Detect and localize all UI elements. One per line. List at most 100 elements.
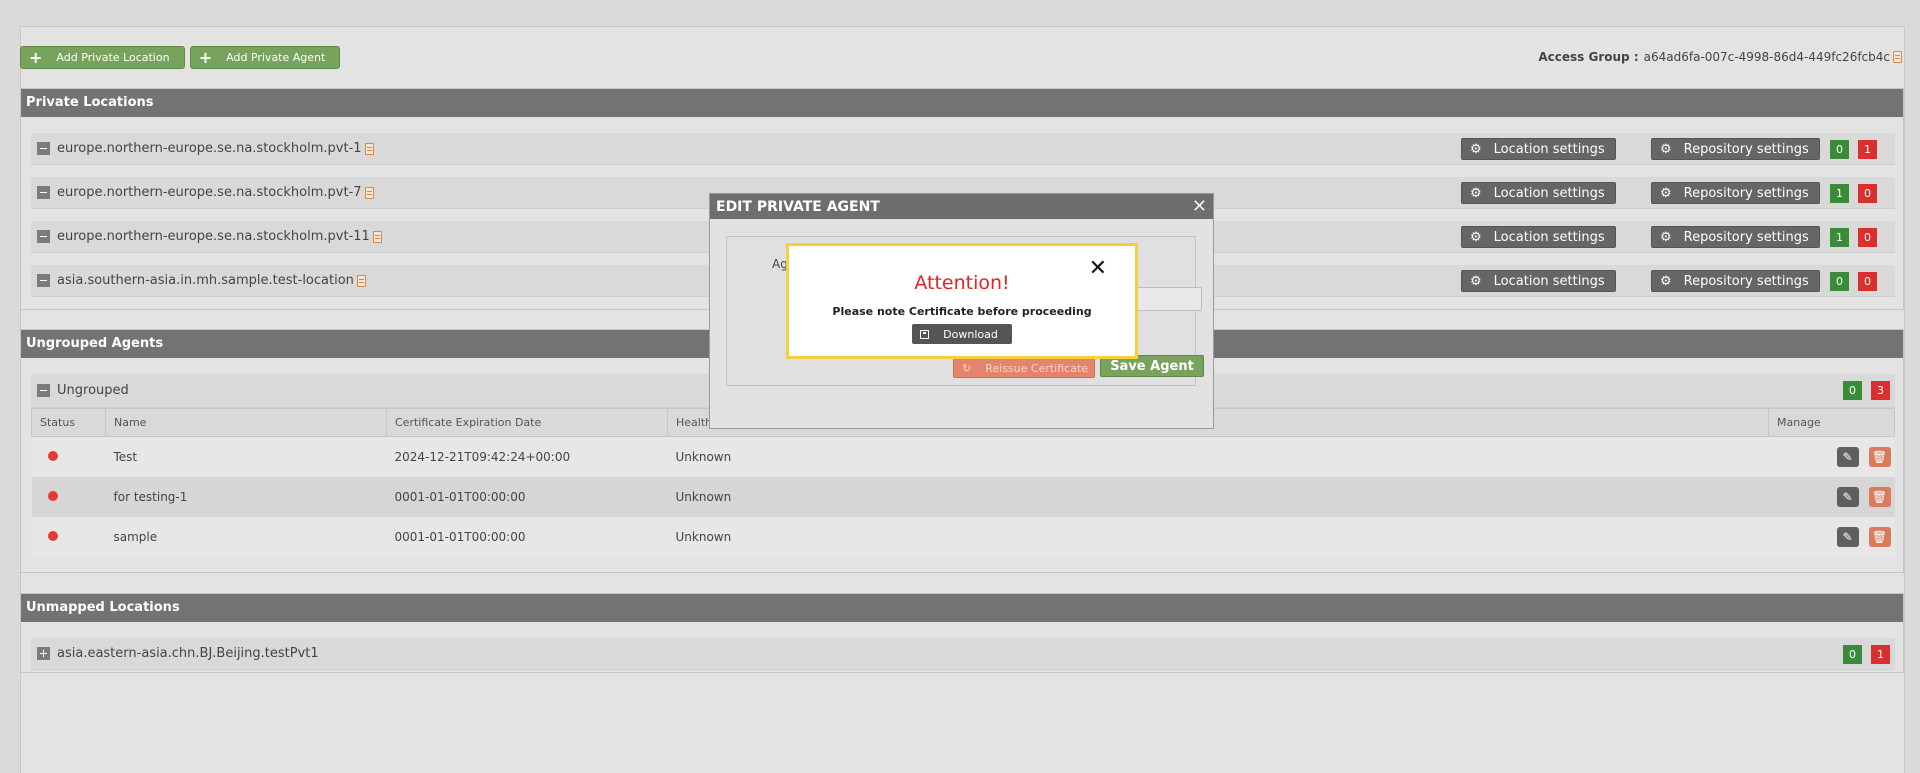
private-locations-title: Private Locations	[21, 89, 1903, 117]
clipboard-icon[interactable]	[1893, 51, 1902, 63]
repository-settings-label: Repository settings	[1683, 273, 1809, 289]
agent-name-field[interactable]	[1127, 287, 1202, 311]
location-settings-label: Location settings	[1493, 273, 1605, 289]
location-settings-label: Location settings	[1493, 229, 1605, 245]
location-name: europe.northern-europe.se.na.stockholm.p…	[57, 229, 370, 244]
gear-icon: ⚙	[1470, 229, 1482, 245]
column-header-name[interactable]: Name	[105, 408, 387, 437]
status-dot	[47, 530, 58, 541]
agent-expiration: 0001-01-01T00:00:00	[386, 516, 668, 557]
table-row: sample 0001-01-01T00:00:00 Unknown ✎ 🗑	[31, 516, 1895, 557]
access-group: Access Group : a64ad6fa-007c-4998-86d4-4…	[1538, 50, 1902, 64]
status-dot	[47, 450, 58, 461]
add-private-agent-label: Add Private Agent	[226, 51, 326, 64]
agent-name: Test	[105, 436, 387, 477]
attention-alert: ✕ Attention! Please note Certificate bef…	[786, 243, 1138, 359]
modal-title: EDIT PRIVATE AGENT	[716, 198, 880, 215]
trash-icon[interactable]: 🗑	[1868, 526, 1891, 547]
unmapped-locations-panel: Unmapped Locations asia.eastern-asia.chn…	[20, 593, 1904, 673]
location-name: europe.northern-europe.se.na.stockholm.p…	[57, 185, 362, 200]
close-icon[interactable]: ✕	[1089, 256, 1107, 281]
table-row: Test 2024-12-21T09:42:24+00:00 Unknown ✎…	[31, 436, 1895, 477]
agent-name: sample	[105, 516, 387, 557]
location-settings-label: Location settings	[1493, 141, 1605, 157]
gear-icon: ⚙	[1470, 141, 1482, 157]
collapse-icon[interactable]	[37, 186, 50, 199]
top-toolbar: + Add Private Location + Add Private Age…	[20, 46, 341, 69]
access-group-label: Access Group :	[1538, 50, 1639, 64]
download-button[interactable]: Download	[912, 324, 1012, 344]
inactive-count-badge: 3	[1871, 381, 1890, 400]
active-count-badge: 1	[1830, 228, 1849, 247]
agent-expiration: 2024-12-21T09:42:24+00:00	[386, 436, 668, 477]
repository-settings-button[interactable]: ⚙ Repository settings	[1651, 226, 1820, 248]
inactive-count-badge: 0	[1858, 228, 1877, 247]
gear-icon: ⚙	[1660, 141, 1672, 157]
edit-icon[interactable]: ✎	[1836, 446, 1859, 467]
location-row: asia.eastern-asia.chn.BJ.Beijing.testPvt…	[31, 638, 1895, 670]
modal-header: EDIT PRIVATE AGENT ✕	[710, 194, 1213, 219]
unmapped-locations-title: Unmapped Locations	[21, 594, 1903, 622]
edit-icon[interactable]: ✎	[1836, 486, 1859, 507]
collapse-icon[interactable]	[37, 384, 50, 397]
access-group-value: a64ad6fa-007c-4998-86d4-449fc26fcb4c	[1643, 50, 1890, 64]
clipboard-icon[interactable]	[364, 186, 374, 199]
alert-title: Attention!	[914, 272, 1010, 294]
collapse-icon[interactable]	[37, 274, 50, 287]
repository-settings-button[interactable]: ⚙ Repository settings	[1651, 270, 1820, 292]
inactive-count-badge: 1	[1871, 645, 1890, 664]
gear-icon: ⚙	[1470, 185, 1482, 201]
gear-icon: ⚙	[1470, 273, 1482, 289]
add-private-location-label: Add Private Location	[56, 51, 170, 64]
expand-icon[interactable]	[37, 647, 50, 660]
gear-icon: ⚙	[1660, 185, 1672, 201]
trash-icon[interactable]: 🗑	[1868, 486, 1891, 507]
table-row: for testing-1 0001-01-01T00:00:00 Unknow…	[31, 476, 1895, 517]
column-header-status[interactable]: Status	[31, 408, 106, 437]
floppy-icon	[920, 329, 930, 339]
refresh-icon: ↻	[962, 361, 972, 375]
add-private-location-button[interactable]: + Add Private Location	[20, 46, 185, 69]
repository-settings-label: Repository settings	[1683, 229, 1809, 245]
repository-settings-button[interactable]: ⚙ Repository settings	[1651, 138, 1820, 160]
agent-health: Unknown	[667, 516, 1769, 557]
group-name: Ungrouped	[57, 383, 129, 398]
inactive-count-badge: 0	[1858, 272, 1877, 291]
active-count-badge: 0	[1830, 140, 1849, 159]
agent-expiration: 0001-01-01T00:00:00	[386, 476, 668, 517]
close-icon[interactable]: ✕	[1192, 196, 1207, 217]
location-settings-button[interactable]: ⚙ Location settings	[1461, 226, 1616, 248]
repository-settings-label: Repository settings	[1683, 185, 1809, 201]
alert-message: Please note Certificate before proceedin…	[832, 305, 1092, 318]
location-row: europe.northern-europe.se.na.stockholm.p…	[31, 133, 1895, 165]
collapse-icon[interactable]	[37, 142, 50, 155]
column-header-expiration[interactable]: Certificate Expiration Date	[386, 408, 668, 437]
plus-icon: +	[198, 47, 213, 67]
agents-table: Status Name Certificate Expiration Date …	[31, 408, 1895, 557]
active-count-badge: 0	[1843, 645, 1862, 664]
gear-icon: ⚙	[1660, 273, 1672, 289]
trash-icon[interactable]: 🗑	[1868, 446, 1891, 467]
add-private-agent-button[interactable]: + Add Private Agent	[189, 46, 341, 69]
reissue-certificate-button[interactable]: ↻ Reissue Certificate	[953, 358, 1095, 378]
location-settings-button[interactable]: ⚙ Location settings	[1461, 182, 1616, 204]
edit-icon[interactable]: ✎	[1836, 526, 1859, 547]
clipboard-icon[interactable]	[356, 274, 366, 287]
plus-icon: +	[29, 47, 43, 67]
location-settings-button[interactable]: ⚙ Location settings	[1461, 138, 1616, 160]
location-name: asia.eastern-asia.chn.BJ.Beijing.testPvt…	[57, 646, 319, 661]
status-dot	[47, 490, 58, 501]
active-count-badge: 0	[1843, 381, 1862, 400]
location-settings-label: Location settings	[1493, 185, 1605, 201]
clipboard-icon[interactable]	[364, 142, 374, 155]
reissue-certificate-label: Reissue Certificate	[985, 361, 1089, 375]
agent-health: Unknown	[667, 436, 1769, 477]
collapse-icon[interactable]	[37, 230, 50, 243]
location-settings-button[interactable]: ⚙ Location settings	[1461, 270, 1616, 292]
clipboard-icon[interactable]	[372, 230, 382, 243]
location-name: asia.southern-asia.in.mh.sample.test-loc…	[57, 273, 354, 288]
repository-settings-button[interactable]: ⚙ Repository settings	[1651, 182, 1820, 204]
download-label: Download	[943, 327, 998, 341]
agent-name: for testing-1	[105, 476, 387, 517]
active-count-badge: 0	[1830, 272, 1849, 291]
